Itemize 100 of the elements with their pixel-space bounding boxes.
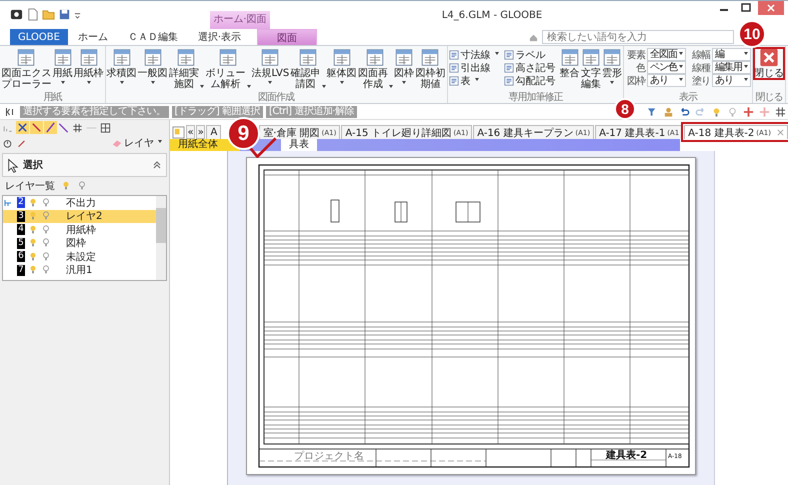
panel-toggle-icon[interactable]: [4, 106, 15, 116]
dropdown-field[interactable]: あり: [712, 74, 752, 87]
tab-scroll-button[interactable]: »: [196, 125, 206, 139]
ribbon-tab[interactable]: ＣＡＤ編集: [118, 29, 188, 45]
tree-icon: [3, 198, 13, 208]
field-label: 色: [635, 62, 646, 74]
ribbon-button[interactable]: 法規LVS: [252, 48, 290, 84]
ribbon-small-button[interactable]: 高さ記号: [504, 61, 559, 74]
bulb-icon[interactable]: [711, 106, 722, 116]
dropdown-field[interactable]: ペン色: [647, 61, 686, 74]
pointer-icon[interactable]: [30, 121, 43, 134]
ribbon-button[interactable]: 確認申請図: [290, 48, 326, 90]
caret-icon: [86, 81, 90, 84]
cross-select-icon[interactable]: [16, 121, 29, 134]
bulb-icon: [41, 265, 51, 276]
layer-name: レイヤ2: [66, 210, 102, 224]
hint-label: [Ctrl] 選択追加·解除: [266, 106, 357, 118]
close-icon[interactable]: [777, 129, 784, 136]
dropdown-field[interactable]: 全図面: [647, 48, 686, 61]
ribbon-button[interactable]: 図枠: [394, 48, 414, 84]
ribbon-small-button[interactable]: 寸法線: [448, 48, 503, 61]
ribbon-button[interactable]: 図面再作成: [358, 48, 394, 90]
dropdown-field[interactable]: 編: [712, 48, 752, 61]
sheet-list-icon[interactable]: [172, 126, 185, 139]
layer-row[interactable]: 7 汎用1: [3, 264, 156, 277]
field-label: 図枠: [626, 74, 646, 88]
caret-icon: [402, 81, 406, 84]
ribbon-button[interactable]: 躯体図: [326, 48, 357, 84]
ribbon-tab[interactable]: ホーム: [68, 29, 118, 45]
grid-icon[interactable]: [72, 122, 83, 132]
bulb-icon: [28, 265, 38, 276]
layer-button[interactable]: レイヤ: [112, 136, 163, 150]
caret-icon: [474, 78, 479, 81]
bulb-icon[interactable]: [77, 181, 87, 191]
layer-row[interactable]: 2 不出力: [3, 196, 156, 210]
bulb-icon: [41, 252, 51, 262]
timer-icon[interactable]: [2, 138, 13, 148]
pen-icon[interactable]: [16, 138, 27, 148]
sheet-tab[interactable]: A: [206, 125, 222, 139]
line-icon[interactable]: [58, 122, 69, 132]
ribbon-tab[interactable]: 図面: [257, 29, 318, 45]
table-icon[interactable]: [100, 122, 111, 132]
sheet-icon: [504, 62, 514, 72]
view-tab[interactable]: 具表: [281, 139, 317, 151]
folder-icon[interactable]: [42, 8, 55, 21]
ribbon-small-button[interactable]: 表: [448, 74, 503, 87]
ribbon-tab[interactable]: GLOOBE: [10, 29, 68, 45]
hint-label: 選択する要素を指定して下さい。: [20, 106, 168, 118]
ribbon-button[interactable]: 文字編集: [580, 48, 602, 90]
bulb-icon: [28, 252, 38, 262]
caret-icon: [340, 81, 344, 84]
ribbon-button[interactable]: 雲形: [602, 48, 622, 84]
tab-scroll-button[interactable]: «: [186, 125, 196, 139]
ribbon-tab[interactable]: 選択·表示: [188, 29, 252, 45]
line-icon[interactable]: [44, 121, 57, 134]
sheet-icon: [448, 62, 459, 72]
person-icon[interactable]: [663, 106, 674, 116]
ribbon-button[interactable]: 一般図: [138, 48, 168, 84]
ribbon-button[interactable]: 図面エクスプローラー: [1, 48, 52, 90]
move-icon[interactable]: [743, 106, 754, 116]
ribbon-button[interactable]: 用紙枠: [74, 48, 104, 84]
caret-icon: [150, 81, 154, 84]
ribbon-small-button[interactable]: 勾配記号: [504, 74, 559, 87]
grid-icon[interactable]: [775, 106, 786, 116]
ribbon-button[interactable]: 図枠初期値: [415, 48, 446, 90]
dropdown-field[interactable]: あり: [647, 74, 686, 87]
ribbon-small-button[interactable]: ラベル: [504, 48, 559, 61]
ribbon-button[interactable]: 求積図: [106, 48, 136, 84]
undo-icon[interactable]: [679, 106, 690, 116]
ribbon-button[interactable]: 詳細実施図: [168, 48, 204, 90]
scrollbar[interactable]: [156, 196, 166, 280]
layer-row[interactable]: 3 レイヤ2: [3, 210, 156, 223]
layer-row[interactable]: 4 用紙枠: [3, 223, 156, 236]
ribbon-small-button[interactable]: 引出線: [448, 61, 503, 74]
layer-list-label: レイヤ一覧: [5, 180, 55, 193]
layer-name: 用紙枠: [66, 224, 96, 237]
view-tab[interactable]: 用紙全体: [170, 139, 240, 151]
dropdown-field[interactable]: 編集用: [712, 61, 752, 74]
bulb-icon: [28, 224, 38, 235]
window-title: L4_6.GLM - GLOOBE: [440, 10, 544, 23]
search-field[interactable]: 検索したい語句を入力: [542, 30, 734, 44]
ribbon-button[interactable]: 整合: [560, 48, 580, 79]
layer-name: 汎用1: [66, 264, 92, 278]
group-label: 図面作成: [257, 92, 296, 103]
layer-row[interactable]: 6 未設定: [3, 250, 156, 264]
ribbon-button[interactable]: 用紙: [52, 48, 72, 84]
save-icon[interactable]: [58, 8, 71, 21]
app-icon[interactable]: [10, 8, 23, 21]
layer-row[interactable]: 5 図枠: [3, 236, 156, 250]
group-label: 専用加筆修正: [507, 92, 564, 103]
layer-name: 図枠: [66, 236, 86, 250]
field-label: 線幅: [691, 48, 710, 62]
bulb-icon: [41, 238, 51, 248]
field-label: 線種: [691, 62, 710, 74]
panel-header[interactable]: 選択: [2, 153, 167, 177]
bulb-icon[interactable]: [61, 181, 71, 191]
layer-number: 2: [17, 197, 25, 208]
sheet-icon: [448, 50, 459, 60]
ribbon-button[interactable]: ボリューム解析: [205, 48, 250, 90]
filter-icon[interactable]: [647, 106, 658, 116]
